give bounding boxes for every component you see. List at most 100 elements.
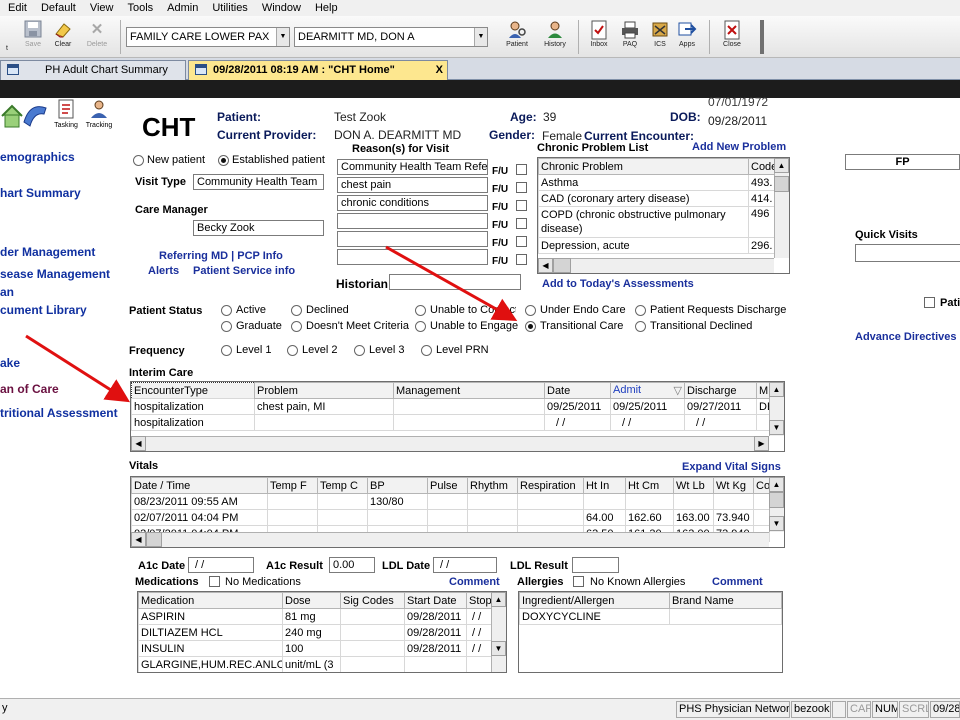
- toolbar-button-cut[interactable]: ▣ t: [0, 18, 10, 56]
- provider-select[interactable]: DEARMITT MD, DON A ▼: [294, 27, 488, 47]
- pati-checkbox[interactable]: [924, 297, 935, 308]
- reason-field-2[interactable]: chest pain: [337, 177, 488, 193]
- location-select[interactable]: FAMILY CARE LOWER PAX ▼: [126, 27, 290, 47]
- alerts-link[interactable]: Alerts: [148, 265, 179, 277]
- horizontal-scrollbar[interactable]: ◀: [131, 532, 769, 547]
- nav-plan[interactable]: an: [0, 285, 14, 299]
- table-row[interactable]: CAD (coronary artery disease) 414.: [538, 190, 775, 207]
- column-header[interactable]: Brand Name: [669, 592, 782, 609]
- status-unable-contact-radio[interactable]: [415, 305, 426, 316]
- new-patient-radio[interactable]: [133, 155, 144, 166]
- no-known-allergies-checkbox[interactable]: [573, 576, 584, 587]
- column-header[interactable]: MD: [756, 382, 770, 399]
- column-header[interactable]: Pulse: [427, 477, 468, 494]
- advance-directives-link[interactable]: Advance Directives: [855, 331, 957, 343]
- patient-button[interactable]: Patient: [498, 18, 536, 56]
- column-header[interactable]: Code: [748, 158, 775, 175]
- chevron-down-icon[interactable]: ▼: [474, 28, 487, 46]
- toolbar-gripper[interactable]: [760, 20, 764, 54]
- status-graduate-radio[interactable]: [221, 321, 232, 332]
- table-row[interactable]: 08/23/2011 09:55 AM 130/80: [131, 493, 770, 510]
- scroll-up-icon[interactable]: ▲: [769, 382, 784, 397]
- table-row[interactable]: hospitalization chest pain, MI 09/25/201…: [131, 398, 770, 415]
- vertical-scrollbar[interactable]: ▲: [774, 158, 789, 258]
- column-header[interactable]: Rhythm: [467, 477, 518, 494]
- delete-button[interactable]: ✕ Delete: [78, 18, 116, 56]
- scroll-thumb[interactable]: [553, 258, 571, 273]
- add-new-problem-link[interactable]: Add New Problem: [692, 141, 786, 153]
- reason-field-1[interactable]: Community Health Team Refer: [337, 159, 488, 175]
- close-icon[interactable]: X: [436, 61, 443, 79]
- fu-checkbox-4[interactable]: [516, 218, 527, 229]
- nav-document-library[interactable]: cument Library: [0, 303, 87, 317]
- scroll-left-icon[interactable]: ◀: [131, 532, 146, 547]
- a1c-result-field[interactable]: 0.00: [329, 557, 375, 573]
- expand-vital-signs-link[interactable]: Expand Vital Signs: [682, 461, 781, 473]
- nav-nutritional-assessment[interactable]: tritional Assessment: [0, 406, 118, 420]
- status-active-radio[interactable]: [221, 305, 232, 316]
- frequency-level1-radio[interactable]: [221, 345, 232, 356]
- table-row[interactable]: DILTIAZEM HCL 240 mg 09/28/2011 / /: [138, 624, 492, 641]
- column-header[interactable]: Wt Kg: [713, 477, 754, 494]
- vertical-scrollbar[interactable]: ▲ ▼: [769, 477, 784, 532]
- history-button[interactable]: History: [536, 18, 574, 56]
- status-under-endo-radio[interactable]: [525, 305, 536, 316]
- column-header[interactable]: Temp F: [267, 477, 318, 494]
- visit-type-field[interactable]: Community Health Team: [193, 174, 324, 190]
- care-manager-field[interactable]: Becky Zook: [193, 220, 324, 236]
- close-button[interactable]: Close: [713, 18, 751, 56]
- historian-field[interactable]: [389, 274, 521, 290]
- scroll-up-icon[interactable]: ▲: [769, 477, 784, 492]
- ldl-date-field[interactable]: / /: [433, 557, 497, 573]
- fu-checkbox-1[interactable]: [516, 164, 527, 175]
- column-header[interactable]: Wt Lb: [673, 477, 714, 494]
- patient-service-link[interactable]: Patient Service info: [193, 265, 295, 277]
- scroll-left-icon[interactable]: ◀: [131, 436, 146, 451]
- scroll-up-icon[interactable]: ▲: [774, 158, 789, 173]
- column-header[interactable]: Date: [544, 382, 611, 399]
- table-row[interactable]: hospitalization / / / / / /: [131, 414, 770, 431]
- scroll-down-icon[interactable]: ▼: [769, 420, 784, 435]
- add-to-assessments-link[interactable]: Add to Today's Assessments: [542, 278, 694, 290]
- medications-comment-link[interactable]: Comment: [449, 576, 500, 588]
- allergies-comment-link[interactable]: Comment: [712, 576, 763, 588]
- column-header[interactable]: EncounterType: [131, 382, 255, 399]
- horizontal-scrollbar[interactable]: ◀ ▶: [131, 436, 769, 451]
- table-row[interactable]: 02/07/2011 04:04 PM 64.00 162.60 163.00 …: [131, 509, 770, 526]
- table-row[interactable]: DOXYCYCLINE: [519, 608, 782, 625]
- scroll-left-icon[interactable]: ◀: [538, 258, 553, 273]
- frequency-level2-radio[interactable]: [287, 345, 298, 356]
- table-row[interactable]: INSULIN 100 09/28/2011 / /: [138, 640, 492, 657]
- column-header[interactable]: Sig Codes: [340, 592, 405, 609]
- chevron-down-icon[interactable]: ▼: [276, 28, 289, 46]
- status-requests-discharge-radio[interactable]: [635, 305, 646, 316]
- ldl-result-field[interactable]: [572, 557, 619, 573]
- column-header[interactable]: Chronic Problem: [538, 158, 749, 175]
- nav-chart-summary[interactable]: hart Summary: [0, 186, 81, 200]
- home-phone-tool[interactable]: [0, 98, 50, 132]
- menu-edit[interactable]: Edit: [0, 0, 33, 16]
- column-header[interactable]: Stop: [466, 592, 492, 609]
- vertical-scrollbar[interactable]: ▲ ▼: [491, 592, 506, 672]
- column-header[interactable]: Ht Cm: [625, 477, 674, 494]
- no-medications-checkbox[interactable]: [209, 576, 220, 587]
- nav-intake[interactable]: ake: [0, 356, 20, 370]
- column-header[interactable]: Medication: [138, 592, 283, 609]
- table-row[interactable]: ASPIRIN 81 mg 09/28/2011 / /: [138, 608, 492, 625]
- tracking-tool[interactable]: Tracking: [82, 98, 116, 132]
- vertical-scrollbar[interactable]: ▲ ▼: [769, 382, 784, 436]
- scroll-down-icon[interactable]: ▼: [491, 641, 506, 656]
- status-declined-radio[interactable]: [291, 305, 302, 316]
- status-doesnt-meet-radio[interactable]: [291, 321, 302, 332]
- fu-checkbox-2[interactable]: [516, 182, 527, 193]
- column-header[interactable]: Problem: [254, 382, 394, 399]
- status-transitional-declined-radio[interactable]: [635, 321, 646, 332]
- horizontal-scrollbar[interactable]: ◀: [538, 258, 774, 273]
- column-header[interactable]: BP: [367, 477, 428, 494]
- menu-help[interactable]: Help: [307, 0, 344, 16]
- nav-demographics[interactable]: emographics: [0, 150, 75, 164]
- menu-utilities[interactable]: Utilities: [204, 0, 253, 16]
- tasking-tool[interactable]: Tasking: [52, 98, 80, 132]
- apps-button[interactable]: Apps: [668, 18, 706, 56]
- tab-cht-home[interactable]: 09/28/2011 08:19 AM : "CHT Home" X: [188, 60, 448, 80]
